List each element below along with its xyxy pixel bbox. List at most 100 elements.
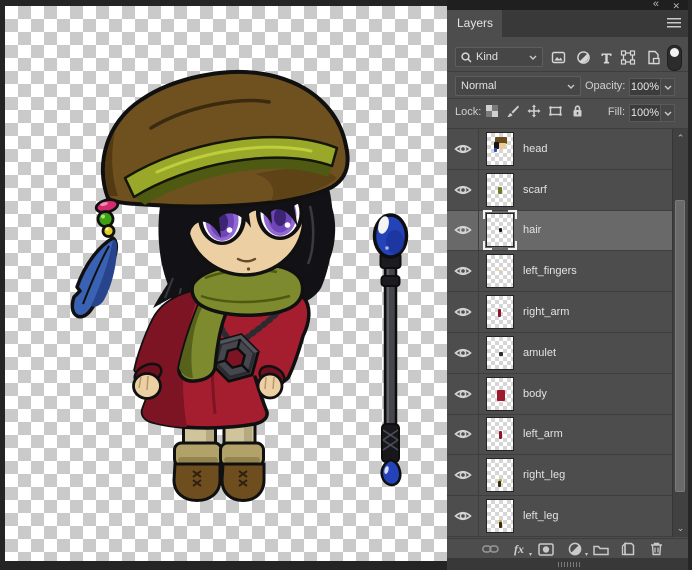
layer-name[interactable]: body — [523, 388, 547, 400]
staff-art — [372, 213, 409, 487]
scroll-down-icon[interactable]: ⌄ — [673, 521, 688, 535]
layer-name[interactable]: left_arm — [523, 428, 563, 440]
panel-tabbar: Layers — [447, 10, 688, 37]
lock-transparent-pixels-icon[interactable] — [483, 102, 501, 120]
link-layers-icon[interactable] — [481, 541, 499, 557]
layer-row-amulet[interactable]: amulet — [447, 333, 672, 374]
thumbnail-content-mark — [499, 270, 502, 274]
layer-thumbnail[interactable] — [486, 335, 514, 370]
layer-name[interactable]: scarf — [523, 184, 547, 196]
layer-thumbnail[interactable] — [486, 254, 514, 289]
layer-visibility-toggle[interactable] — [447, 455, 479, 496]
opacity-value-field[interactable]: 100% — [629, 78, 661, 96]
layer-name[interactable]: right_leg — [523, 469, 565, 481]
thumbnail-content-mark — [499, 431, 502, 440]
blend-mode-value: Normal — [461, 80, 497, 92]
layer-thumbnail[interactable] — [486, 417, 514, 452]
layer-visibility-toggle[interactable] — [447, 251, 479, 292]
layer-visibility-toggle[interactable] — [447, 210, 479, 251]
panel-resize-bar[interactable] — [447, 558, 688, 570]
thumbnail-content-mark — [499, 351, 503, 356]
layer-visibility-toggle[interactable] — [447, 373, 479, 414]
layer-name[interactable]: left_leg — [523, 510, 558, 522]
chevron-down-icon — [529, 55, 537, 60]
eye-icon — [453, 185, 472, 194]
blend-mode-dropdown[interactable]: Normal — [455, 76, 581, 96]
layer-name[interactable]: left_fingers — [523, 265, 577, 277]
layer-thumbnail[interactable] — [483, 210, 517, 251]
fill-dropdown-button[interactable] — [660, 104, 675, 122]
delete-layer-icon[interactable] — [647, 541, 665, 557]
layers-panel: « ✕ Layers Kind Normal Opacity: 100% Loc… — [447, 0, 692, 570]
shape-layers-filter-icon[interactable] — [618, 47, 638, 67]
search-icon — [461, 51, 472, 63]
layer-thumbnail[interactable] — [486, 376, 514, 411]
layer-visibility-toggle[interactable] — [447, 292, 479, 332]
layers-list: head scarf hair left_fingers right_armamulet… — [447, 129, 688, 537]
layer-row-right_arm[interactable]: right_arm — [447, 292, 672, 333]
lock-image-pixels-icon[interactable] — [504, 102, 522, 120]
layer-row-body[interactable]: body — [447, 373, 672, 415]
kind-filter-dropdown[interactable]: Kind — [455, 47, 543, 67]
layer-thumbnail[interactable] — [486, 295, 514, 330]
thumbnail-content-mark — [499, 228, 502, 233]
lock-position-icon[interactable] — [525, 102, 543, 120]
eye-icon — [453, 267, 472, 276]
fill-value-field[interactable]: 100% — [629, 104, 661, 122]
new-layer-icon[interactable] — [619, 541, 637, 557]
layer-row-hair[interactable]: hair — [447, 210, 672, 252]
document-canvas[interactable] — [5, 6, 447, 561]
lock-label: Lock: — [455, 106, 482, 118]
smart-object-filter-icon[interactable] — [643, 47, 663, 67]
layer-visibility-toggle[interactable] — [447, 333, 479, 373]
layer-visibility-toggle[interactable] — [447, 169, 479, 210]
chevron-down-icon — [664, 111, 671, 116]
layer-name[interactable]: right_arm — [523, 306, 569, 318]
layer-thumbnail[interactable] — [486, 458, 514, 493]
adjustment-layers-filter-icon[interactable] — [573, 47, 593, 67]
layers-scrollbar[interactable]: ⌃ ⌄ — [672, 129, 688, 537]
layer-name[interactable]: amulet — [523, 347, 556, 359]
lock-artboard-icon[interactable] — [546, 102, 564, 120]
layer-thumbnail[interactable] — [486, 172, 514, 207]
chevron-down-icon — [567, 84, 575, 89]
adjustment-layer-icon[interactable]: ▾ — [566, 541, 588, 558]
layer-name[interactable]: head — [523, 143, 547, 155]
tab-layers[interactable]: Layers — [447, 10, 502, 37]
thumbnail-content-mark — [498, 186, 502, 194]
pixel-layers-filter-icon[interactable] — [548, 47, 568, 67]
thumbnail-content-mark — [498, 481, 501, 488]
eye-icon — [453, 389, 472, 398]
layer-row-scarf[interactable]: scarf — [447, 169, 672, 211]
scroll-up-icon[interactable]: ⌃ — [673, 131, 688, 145]
layer-visibility-toggle[interactable] — [447, 414, 479, 455]
thumbnail-content-mark — [494, 147, 497, 152]
layer-style-fx-icon[interactable]: fx ▾ — [510, 541, 532, 559]
layer-thumbnail[interactable] — [486, 131, 514, 166]
group-folder-icon[interactable] — [592, 541, 610, 557]
eye-icon — [453, 471, 472, 480]
thumbnail-content-mark — [499, 142, 506, 149]
filter-toggle-switch[interactable] — [667, 45, 682, 71]
lock-all-icon[interactable] — [568, 102, 586, 120]
thumbnail-selection-bracket — [508, 241, 517, 251]
eye-icon — [453, 226, 472, 235]
layer-row-left_arm[interactable]: left_arm — [447, 414, 672, 456]
hat-art — [100, 70, 350, 209]
layer-thumbnail[interactable] — [486, 499, 514, 534]
panel-menu-icon[interactable] — [667, 18, 681, 29]
eye-icon — [453, 430, 472, 439]
layer-visibility-toggle[interactable] — [447, 129, 479, 169]
layer-name[interactable]: hair — [523, 224, 541, 236]
layer-row-left_fingers[interactable]: left_fingers — [447, 251, 672, 293]
character-artwork — [70, 70, 409, 503]
type-layers-filter-icon[interactable] — [596, 47, 616, 67]
layer-row-right_leg[interactable]: right_leg — [447, 455, 672, 497]
layer-row-left_leg[interactable]: left_leg — [447, 496, 672, 537]
opacity-dropdown-button[interactable] — [660, 78, 675, 96]
filter-toggle-knob — [669, 47, 679, 57]
layer-row-head[interactable]: head — [447, 129, 672, 170]
layer-mask-icon[interactable] — [537, 541, 555, 557]
scrollbar-thumb[interactable] — [675, 200, 685, 492]
layer-visibility-toggle[interactable] — [447, 496, 479, 536]
